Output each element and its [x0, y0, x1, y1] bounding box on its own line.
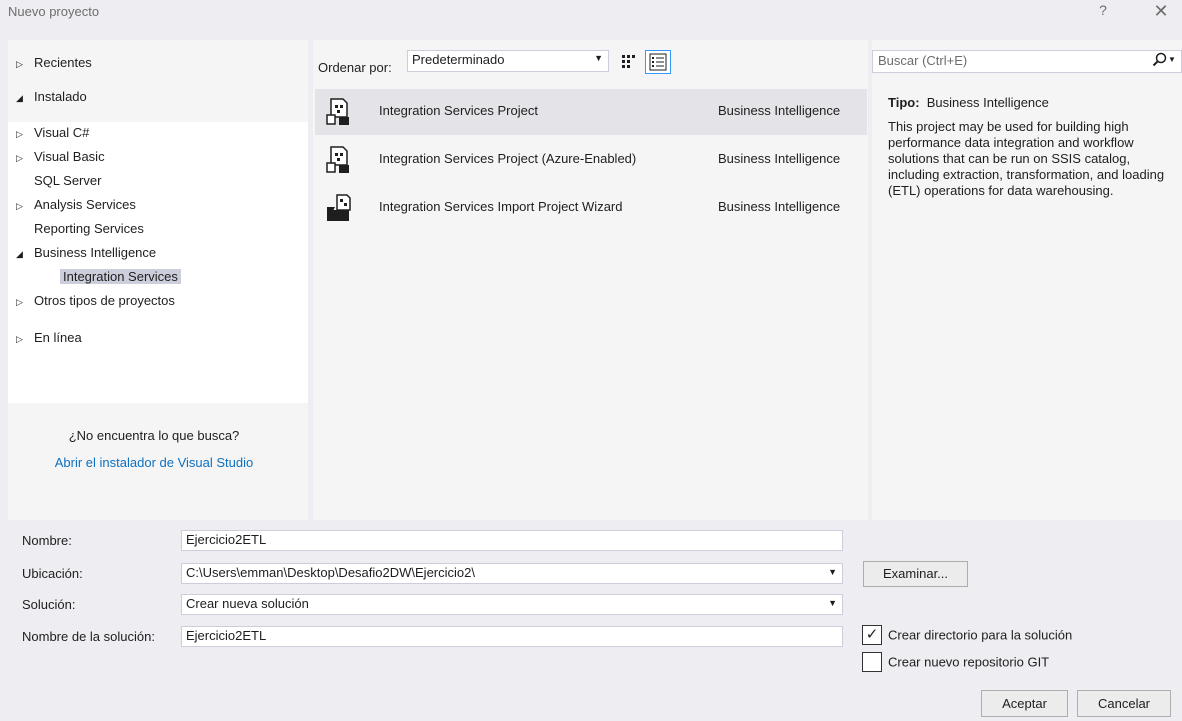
tree-node-label: Integration Services [60, 269, 181, 284]
expand-arrow-icon: ▷ [16, 153, 23, 163]
template-tree-panel: ▷ Recientes ◢ Instalado ▷ Visual C# ▷ Visual… [8, 40, 308, 520]
tree-node-label: SQL Server [34, 173, 102, 188]
tree-node-reporting-services[interactable]: Reporting Services [34, 218, 144, 240]
tree-node-label: En línea [34, 330, 82, 345]
window-title: Nuevo proyecto [8, 4, 100, 19]
title-bar [0, 0, 1182, 40]
tree-node-integration-services[interactable]: Integration Services [60, 266, 181, 288]
sort-label: Ordenar por: [318, 60, 392, 75]
solution-label: Solución: [22, 597, 76, 612]
checkbox-label: Crear directorio para la solución [888, 627, 1073, 643]
search-options-arrow-icon[interactable]: ▼ [1168, 55, 1176, 64]
tree-node-visual-basic[interactable]: ▷ Visual Basic [16, 146, 105, 168]
grid-view-icon [622, 55, 635, 68]
dropdown-arrow-icon: ▼ [828, 567, 837, 577]
tree-node-sql-server[interactable]: SQL Server [34, 170, 101, 192]
tree-node-analysis-services[interactable]: ▷ Analysis Services [16, 194, 136, 216]
expand-arrow-icon: ▷ [16, 201, 23, 211]
tree-node-label: Instalado [34, 89, 87, 104]
ssis-azure-project-icon [325, 145, 353, 175]
template-category: Business Intelligence [718, 151, 841, 166]
expand-arrow-icon: ▷ [16, 129, 23, 139]
sort-dropdown[interactable]: Predeterminado ▼ [407, 50, 609, 72]
solution-name-field[interactable]: Ejercicio2ETL [181, 626, 843, 647]
type-label: Tipo: [888, 95, 920, 110]
checkmark-icon: ✓ [862, 625, 882, 645]
location-label: Ubicación: [22, 566, 83, 581]
tree-node-online[interactable]: ▷ En línea [16, 327, 82, 349]
tree-node-installed[interactable]: ◢ Instalado [16, 86, 87, 108]
tree-node-recent[interactable]: ▷ Recientes [16, 52, 92, 74]
template-type: Tipo: Business Intelligence [888, 95, 1049, 110]
type-value: Business Intelligence [926, 95, 1049, 110]
location-combo[interactable]: C:\Users\emman\Desktop\Desafio2DW\Ejerci… [181, 563, 843, 584]
template-category: Business Intelligence [718, 199, 841, 214]
template-item[interactable]: Integration Services Project (Azure-Enab… [315, 137, 867, 183]
collapse-arrow-icon: ◢ [16, 93, 23, 103]
browse-button[interactable]: Examinar... [863, 561, 968, 587]
location-value: C:\Users\emman\Desktop\Desafio2DW\Ejerci… [186, 565, 475, 580]
details-panel [872, 40, 1182, 520]
template-name: Integration Services Project (Azure-Enab… [379, 151, 637, 166]
create-git-repo-checkbox[interactable]: Crear nuevo repositorio GIT [862, 652, 1049, 672]
dropdown-arrow-icon: ▼ [828, 598, 837, 608]
tree-node-other-project-types[interactable]: ▷ Otros tipos de proyectos [16, 290, 175, 312]
tree-node-label: Visual Basic [34, 149, 105, 164]
checkbox-label: Crear nuevo repositorio GIT [888, 654, 1050, 670]
close-button[interactable]: ✕ [1150, 2, 1172, 22]
list-view-icon [649, 53, 667, 71]
solution-combo[interactable]: Crear nueva solución ▼ [181, 594, 843, 615]
template-category: Business Intelligence [718, 103, 841, 118]
list-view-button[interactable] [645, 50, 671, 74]
tree-node-label: Otros tipos de proyectos [34, 293, 175, 308]
search-icon[interactable] [1152, 52, 1168, 70]
template-item[interactable]: Integration Services Import Project Wiza… [315, 185, 867, 231]
expand-arrow-icon: ▷ [16, 297, 23, 307]
tree-node-label: Recientes [34, 55, 92, 70]
accept-button[interactable]: Aceptar [981, 690, 1068, 717]
tree-node-label: Business Intelligence [34, 245, 157, 260]
search-input[interactable]: Buscar (Ctrl+E) [872, 50, 1182, 73]
name-label: Nombre: [22, 533, 72, 548]
help-button[interactable]: ? [1093, 2, 1113, 22]
solution-name-label: Nombre de la solución: [22, 629, 155, 644]
tree-node-visual-csharp[interactable]: ▷ Visual C# [16, 122, 89, 144]
tree-node-label: Visual C# [34, 125, 90, 140]
empty-checkbox-icon [862, 652, 882, 672]
dropdown-arrow-icon: ▼ [594, 53, 603, 63]
expand-arrow-icon: ▷ [16, 59, 23, 69]
import-wizard-icon [325, 193, 353, 223]
template-name: Integration Services Import Project Wiza… [379, 199, 623, 214]
solution-value: Crear nueva solución [186, 596, 309, 611]
installed-templates-group: ▷ Visual C# ▷ Visual Basic SQL Server ▷ Ana… [8, 122, 308, 403]
template-name: Integration Services Project [379, 103, 538, 118]
template-item[interactable]: Integration Services Project Business In… [315, 89, 867, 135]
collapse-arrow-icon: ◢ [16, 249, 23, 259]
not-found-text: ¿No encuentra lo que busca? [68, 428, 240, 443]
template-description: This project may be used for building hi… [888, 119, 1165, 198]
sort-value: Predeterminado [412, 52, 505, 67]
tree-node-business-intelligence[interactable]: ◢ Business Intelligence [16, 242, 156, 264]
create-directory-checkbox[interactable]: ✓ Crear directorio para la solución [862, 625, 1072, 645]
ssis-project-icon [325, 97, 353, 127]
tree-node-label: Reporting Services [34, 221, 144, 236]
small-icons-view-button[interactable] [617, 50, 639, 72]
cancel-button[interactable]: Cancelar [1077, 690, 1171, 717]
open-installer-link[interactable]: Abrir el instalador de Visual Studio [0, 455, 308, 470]
project-name-field[interactable]: Ejercicio2ETL [181, 530, 843, 551]
expand-arrow-icon: ▷ [16, 334, 23, 344]
tree-node-label: Analysis Services [34, 197, 136, 212]
